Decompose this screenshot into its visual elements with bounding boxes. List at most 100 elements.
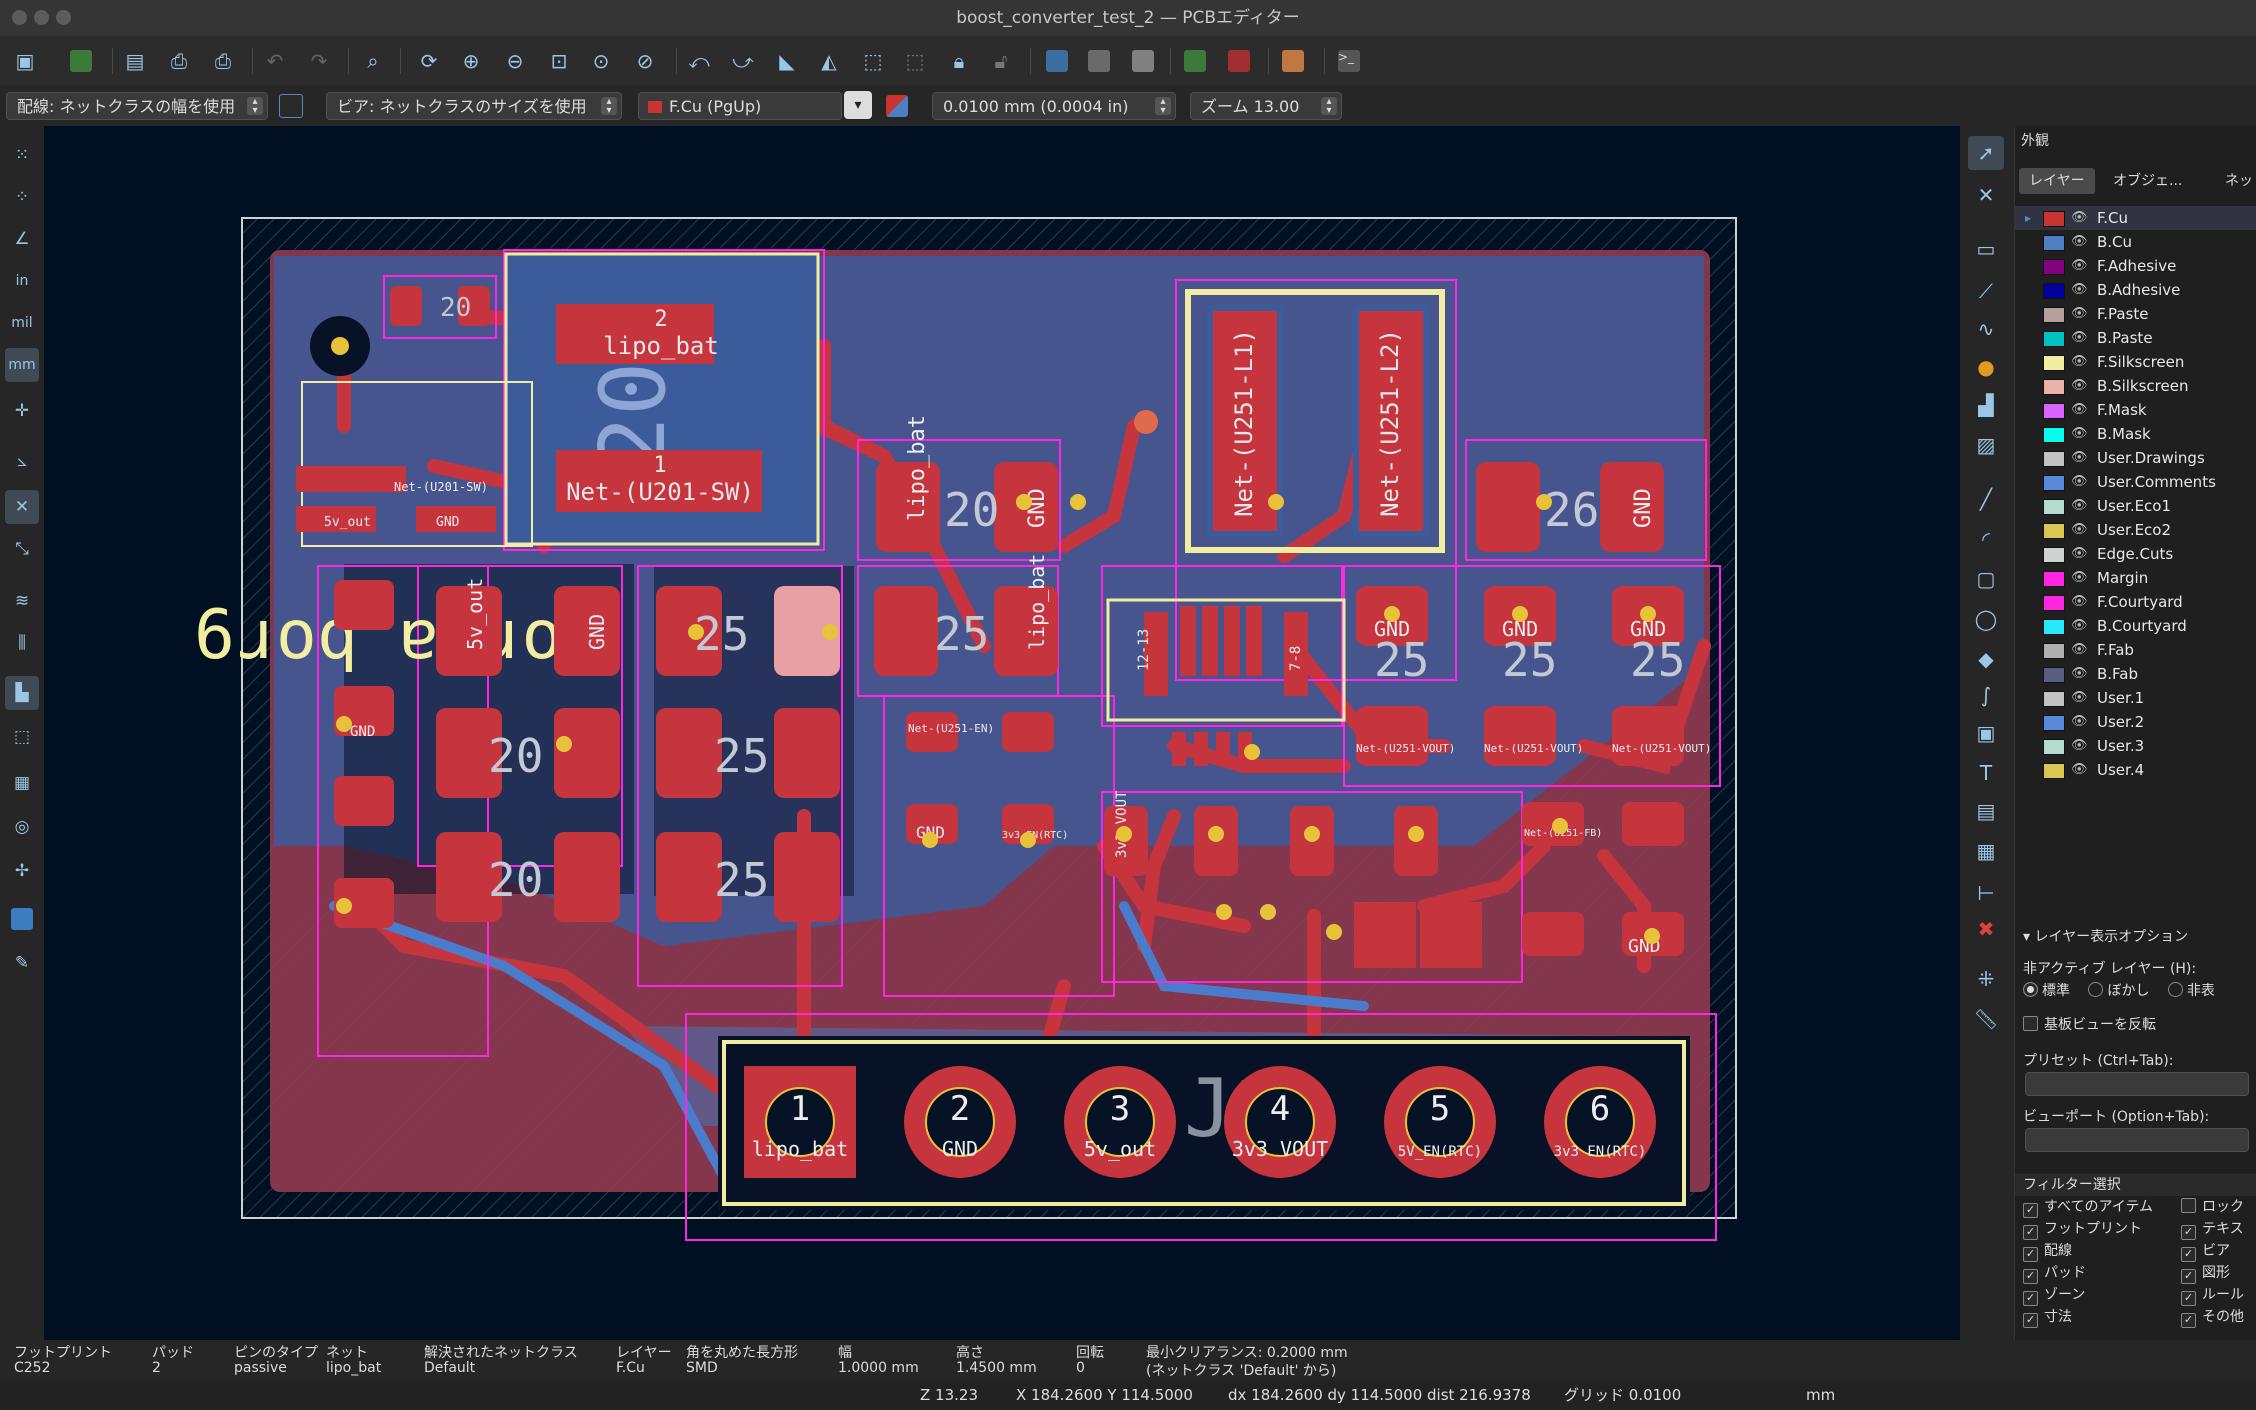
layer-color-swatch[interactable]: [2043, 475, 2065, 491]
layer-row[interactable]: ▸ 👁︎ F.Cu: [2015, 206, 2256, 230]
inactive-hide-radio[interactable]: [2167, 982, 2183, 997]
filter-item[interactable]: ✓ すべてのアイテム: [2023, 1196, 2153, 1218]
cursor-crosshair-icon[interactable]: ✛: [5, 394, 39, 428]
layer-color-swatch[interactable]: [2043, 211, 2065, 227]
layer-row[interactable]: 👁︎ User.Drawings: [2015, 446, 2256, 470]
select-tool-icon[interactable]: ➚: [1968, 136, 2004, 170]
layer-row[interactable]: 👁︎ B.Fab: [2015, 662, 2256, 686]
filter-item[interactable]: ✓ ゾーン: [2023, 1284, 2085, 1306]
3d-viewer-icon[interactable]: [1276, 44, 1310, 78]
filter-checkbox[interactable]: ✓: [2023, 1203, 2038, 1218]
layer-row[interactable]: 👁︎ F.Silkscreen: [2015, 350, 2256, 374]
route-icon[interactable]: [1178, 44, 1212, 78]
filter-item[interactable]: ✓ ルール: [2181, 1284, 2244, 1306]
eye-icon[interactable]: 👁︎: [2071, 446, 2088, 470]
layer-color-swatch[interactable]: [2043, 595, 2065, 611]
display-options-header[interactable]: ▾ レイヤー表示オプション: [2023, 926, 2188, 946]
layer-row[interactable]: 👁︎ B.Mask: [2015, 422, 2256, 446]
preset-select[interactable]: [2025, 1072, 2249, 1096]
filter-checkbox[interactable]: ✓: [2023, 1313, 2038, 1328]
filter-item[interactable]: ✓ ビア: [2181, 1240, 2230, 1262]
layer-row[interactable]: 👁︎ User.Eco2: [2015, 518, 2256, 542]
layer-color-swatch[interactable]: [2043, 451, 2065, 467]
eye-icon[interactable]: 👁︎: [2071, 398, 2088, 422]
layer-row[interactable]: 👁︎ User.Comments: [2015, 470, 2256, 494]
tune-length-icon[interactable]: ∿: [1968, 312, 2004, 346]
net-inspector-icon[interactable]: ◎: [5, 810, 39, 844]
eye-icon[interactable]: 👁︎: [2071, 254, 2088, 278]
save-icon[interactable]: ▣: [8, 44, 42, 78]
filter-item[interactable]: ✓ 寸法: [2023, 1306, 2072, 1328]
layer-select[interactable]: F.Cu (PgUp): [638, 92, 842, 120]
layer-row[interactable]: 👁︎ B.Courtyard: [2015, 614, 2256, 638]
layer-row[interactable]: 👁︎ B.Adhesive: [2015, 278, 2256, 302]
flip-icon[interactable]: ◣: [770, 44, 804, 78]
layer-color-swatch[interactable]: [2043, 235, 2065, 251]
flip-board-option[interactable]: 基板ビューを反転: [2023, 1014, 2156, 1034]
eye-icon[interactable]: 👁︎: [2071, 662, 2088, 686]
layer-row[interactable]: 👁︎ F.Courtyard: [2015, 590, 2256, 614]
eye-icon[interactable]: 👁︎: [2071, 350, 2088, 374]
undo-icon[interactable]: ↶: [258, 44, 292, 78]
layer-row[interactable]: 👁︎ B.Silkscreen: [2015, 374, 2256, 398]
filter-item[interactable]: ✓ テキス: [2181, 1218, 2244, 1240]
filter-checkbox[interactable]: ✓: [2181, 1247, 2196, 1262]
board-setup-icon[interactable]: [64, 44, 98, 78]
ungroup-icon[interactable]: ⬚: [898, 44, 932, 78]
zoom-objects-icon[interactable]: ⊙: [584, 44, 618, 78]
layer-color-swatch[interactable]: [2043, 499, 2065, 515]
eye-icon[interactable]: 👁︎: [2071, 278, 2088, 302]
flip-board-checkbox[interactable]: [2023, 1016, 2038, 1031]
via-size-select[interactable]: ビア: ネットクラスのサイズを使用 ▴ ▾: [326, 92, 622, 120]
layer-color-swatch[interactable]: [2043, 715, 2065, 731]
layer-row[interactable]: 👁︎ User.3: [2015, 734, 2256, 758]
layer-color-swatch[interactable]: [2043, 619, 2065, 635]
layer-color-swatch[interactable]: [2043, 427, 2065, 443]
drc-icon[interactable]: [1222, 44, 1256, 78]
filter-checkbox[interactable]: ✓: [2181, 1291, 2196, 1306]
layer-color-swatch[interactable]: [2043, 283, 2065, 299]
units-mm-button[interactable]: mm: [5, 348, 39, 382]
add-zone-icon[interactable]: ▟: [1968, 388, 2004, 422]
grid-dots-icon[interactable]: ⁙: [5, 138, 39, 172]
inactive-dim-radio[interactable]: [2088, 982, 2104, 997]
pcb-canvas[interactable]: 2 lipo_bat 20 1 Net-(U201-SW) Net-(U251-…: [44, 126, 1960, 1340]
auto-track-width-icon[interactable]: [274, 89, 308, 123]
draw-bezier-icon[interactable]: ∫: [1968, 678, 2004, 712]
route-track-icon[interactable]: ⟋: [1968, 274, 2004, 308]
layer-color-swatch[interactable]: [2043, 763, 2065, 779]
add-footprint-icon[interactable]: ▭: [1968, 232, 2004, 266]
footprint-editor-icon[interactable]: [1126, 44, 1160, 78]
tab-nets[interactable]: ネット: [2215, 168, 2256, 194]
tab-objects[interactable]: オブジェ...: [2103, 168, 2192, 194]
draw-circle-icon[interactable]: ◯: [1968, 602, 2004, 636]
netlist-update-icon[interactable]: [1040, 44, 1074, 78]
eye-icon[interactable]: 👁︎: [2071, 734, 2088, 758]
rotate-cw-icon[interactable]: ⤻: [726, 44, 760, 78]
add-table-icon[interactable]: ▦: [1968, 834, 2004, 868]
filter-checkbox[interactable]: ✓: [2023, 1291, 2038, 1306]
filter-item[interactable]: ✓ パッド: [2023, 1262, 2086, 1284]
eye-icon[interactable]: 👁︎: [2071, 230, 2088, 254]
filter-checkbox[interactable]: ✓: [2023, 1247, 2038, 1262]
group-icon[interactable]: ⬚: [856, 44, 890, 78]
layer-row[interactable]: 👁︎ F.Paste: [2015, 302, 2256, 326]
filter-checkbox[interactable]: ✓: [2181, 1313, 2196, 1328]
layer-color-swatch[interactable]: [2043, 571, 2065, 587]
eye-icon[interactable]: 👁︎: [2071, 518, 2088, 542]
filter-item[interactable]: ✓ フットプリント: [2023, 1218, 2142, 1240]
eye-icon[interactable]: 👁︎: [2071, 206, 2088, 230]
add-image-icon[interactable]: ▣: [1968, 716, 2004, 750]
ratsnest-icon[interactable]: ✕: [5, 490, 39, 524]
properties-icon[interactable]: ✎: [5, 946, 39, 980]
layer-color-swatch[interactable]: [2043, 355, 2065, 371]
rotate-ccw-icon[interactable]: ⤺: [682, 44, 716, 78]
draw-arc-icon[interactable]: ◜: [1968, 522, 2004, 556]
viewport-select[interactable]: [2025, 1128, 2249, 1152]
polar-coords-icon[interactable]: ∠: [5, 222, 39, 256]
curved-ratsnest-icon[interactable]: ⤡: [5, 532, 39, 566]
footprint-browser-icon[interactable]: [1082, 44, 1116, 78]
eye-icon[interactable]: 👁︎: [2071, 422, 2088, 446]
layer-row[interactable]: 👁︎ F.Adhesive: [2015, 254, 2256, 278]
grid-overrides-icon[interactable]: ⁘: [5, 180, 39, 214]
